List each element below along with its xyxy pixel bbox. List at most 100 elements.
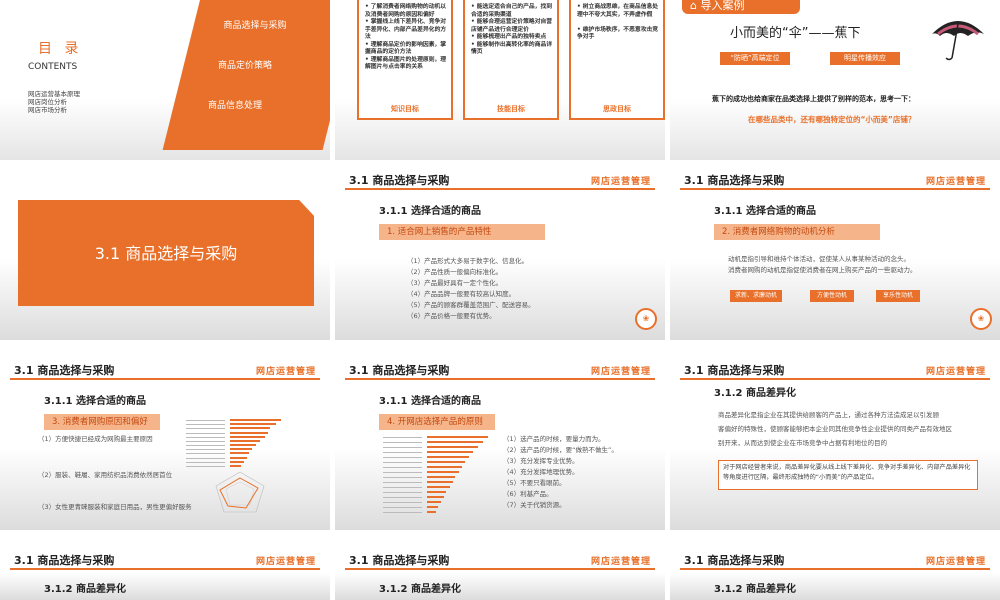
chart-bar <box>230 423 276 426</box>
case-tab-label: 导入案例 <box>700 0 745 12</box>
slide-partial[interactable]: 3.1 商品选择与采购 网店运营管理 3.1.2 商品差异化 <box>0 540 330 600</box>
bar-label-placeholder <box>383 466 422 468</box>
slide-header: 3.1 商品选择与采购 <box>684 174 785 187</box>
chart-bar <box>230 448 253 451</box>
list-item: （4）产品品牌一般要有较高认知度。 <box>407 290 516 298</box>
chart-bar <box>230 452 250 455</box>
goal-label: 技能目标 <box>497 105 525 113</box>
goal-box-knowledge: • 了解消费者网络购物的动机以及消费者网购的原因和偏好 • 掌握线上线下差异化、… <box>357 0 453 120</box>
section-title: 3.1 商品选择与采购 <box>94 244 238 263</box>
text-line: 商品差异化是指企业在其提供给顾客的产品上，通过各种方法造成足以引发顾 <box>718 411 939 419</box>
text-line: 别开来，从而达到使企业在市场竞争中占据有利地位的目的 <box>718 439 887 447</box>
bar-label-placeholder <box>186 461 225 463</box>
slide-partial[interactable]: 3.1 商品选择与采购 网店运营管理 3.1.2 商品差异化 <box>670 540 1000 600</box>
slide-motivation[interactable]: 3.1 商品选择与采购 网店运营管理 3.1.1 选择合适的商品 2. 消费者网… <box>670 160 1000 340</box>
bar-label-placeholder <box>186 465 225 467</box>
slide-section-title[interactable]: 3.1 商品选择与采购 <box>0 160 330 340</box>
chart-bar <box>230 427 271 430</box>
chart-bar <box>427 440 484 443</box>
slide-product-traits[interactable]: 3.1 商品选择与采购 网店运营管理 3.1.1 选择合适的商品 1. 适合网上… <box>335 160 665 340</box>
slide-principles[interactable]: 3.1 商品选择与采购 网店运营管理 3.1.1 选择合适的商品 4. 开网店选… <box>335 350 665 530</box>
brand-label: 网店运营管理 <box>590 177 651 187</box>
bar-label-placeholder <box>383 441 422 443</box>
slide-case[interactable]: ⌂ 导入案例 小而美的“伞”——蕉下 “防晒”高端定位 明星传播效应 蕉下的成功… <box>670 0 1000 180</box>
bar-label-placeholder <box>383 436 422 438</box>
list-item: （6）产品价格一般要有优势。 <box>407 312 496 320</box>
brand-label: 网店运营管理 <box>255 367 316 377</box>
list-item: （6）利基产品。 <box>503 490 553 498</box>
camera-icon: ⌂ <box>690 0 697 12</box>
bar-label-placeholder <box>186 445 225 447</box>
chart-bar <box>230 431 269 434</box>
toc-list-item: 网店市场分析 <box>28 106 67 114</box>
topic-tag: 4. 开网店选择产品的原则 <box>379 414 495 430</box>
toc-list-item: 网店岗位分析 <box>28 98 67 106</box>
header-divider <box>10 378 320 380</box>
bar-label-placeholder <box>383 511 422 513</box>
case-question: 蕉下的成功也给商家在品类选择上提供了别样的范本，思考一下： <box>712 95 915 103</box>
chart-bar <box>427 475 456 478</box>
bar-label-placeholder <box>383 491 422 493</box>
case-prompt: 在哪些品类中，还有哪独特定位的“小而美”店铺？ <box>748 115 916 124</box>
chart-bar <box>427 445 479 448</box>
list-item: （2）选产品的时候，要“做熟不做生”。 <box>503 446 618 454</box>
chart-bar <box>230 419 282 422</box>
header-divider <box>680 568 990 570</box>
chart-bar <box>427 485 450 488</box>
bar-label-placeholder <box>383 461 422 463</box>
slide-header: 3.1 商品选择与采购 <box>684 554 785 567</box>
bar-label-placeholder <box>383 506 422 508</box>
chart-bar <box>230 439 260 442</box>
chart-bar <box>230 464 242 467</box>
bar-label-placeholder <box>186 436 225 438</box>
toc-menu-item[interactable]: 商品定价策略 <box>190 58 300 71</box>
course-logo-icon: ❀ <box>635 308 657 330</box>
bar-label-placeholder <box>383 481 422 483</box>
slide-toc[interactable]: 目 录 CONTENTS 网店运营基本原理 网店岗位分析 网店市场分析 商品选择… <box>0 0 330 180</box>
chart-bar <box>427 450 473 453</box>
slide-preferences[interactable]: 3.1 商品选择与采购 网店运营管理 3.1.1 选择合适的商品 3. 消费者网… <box>0 350 330 530</box>
subsection-title: 3.1.1 选择合适的商品 <box>714 206 816 217</box>
toc-subtitle: CONTENTS <box>28 62 78 72</box>
header-divider <box>345 568 655 570</box>
slide-header: 3.1 商品选择与采购 <box>349 554 450 567</box>
list-item: （5）不要只看眼前。 <box>503 479 566 487</box>
list-item: （3）产品最好具有一定个性化。 <box>407 279 503 287</box>
slide-goals[interactable]: • 了解消费者网络购物的动机以及消费者网购的原因和偏好 • 掌握线上线下差异化、… <box>335 0 665 180</box>
slide-header: 3.1 商品选择与采购 <box>349 174 450 187</box>
motivation-pill: 方便性动机 <box>810 290 854 302</box>
list-item: （3）充分发挥专业优势。 <box>503 457 579 465</box>
slide-differentiation[interactable]: 3.1 商品选择与采购 网店运营管理 3.1.2 商品差异化 商品差异化是指企业… <box>670 350 1000 530</box>
course-logo-icon: ❀ <box>970 308 992 330</box>
motivation-pill: 享乐性动机 <box>876 290 920 302</box>
chart-bar <box>427 460 466 463</box>
toc-menu-item[interactable]: 商品选择与采购 <box>200 18 310 31</box>
text-line: 动机是指引导和维持个体活动，促使某人从事某种活动的念头。 <box>728 255 910 263</box>
pref-item: （2）服装、鞋履、家用纺织品消费依然居首位 <box>38 471 173 479</box>
motivation-text: 动机是指引导和维持个体活动，促使某人从事某种活动的念头。 消费者网购的动机是指促… <box>728 254 917 276</box>
bar-label-placeholder <box>383 486 422 488</box>
chart-bar <box>427 500 442 503</box>
header-divider <box>680 188 990 190</box>
reason-bar-chart <box>186 418 296 468</box>
slide-partial[interactable]: 3.1 商品选择与采购 网店运营管理 3.1.2 商品差异化 <box>335 540 665 600</box>
pref-item: （3）女性更青睐服装和家庭日用品，男性更偏好服务 <box>38 503 192 511</box>
list-item: （7）关于代销货源。 <box>503 501 566 509</box>
trait-list: （1）产品形式大多易于数字化、信息化。 （2）产品性质一般偏向标准化。 （3）产… <box>407 256 535 322</box>
goal-box-skill: • 能选定适合自己的产品，找到合适的采购渠道 • 能够合理运营定价策略对自营店铺… <box>463 0 559 120</box>
toc-list-item: 网店运营基本原理 <box>28 90 80 98</box>
topic-tag: 1. 适合网上销售的产品特性 <box>379 224 545 240</box>
principle-bar-chart <box>383 434 493 514</box>
bar-label-placeholder <box>186 424 225 426</box>
bar-label-placeholder <box>383 471 422 473</box>
chart-bar <box>427 455 470 458</box>
list-item: （1）选产品的时候，要量力而为。 <box>503 435 605 443</box>
chart-bar <box>427 480 453 483</box>
bar-label-placeholder <box>383 451 422 453</box>
subsection-title: 3.1.1 选择合适的商品 <box>379 206 481 217</box>
slide-header: 3.1 商品选择与采购 <box>684 364 785 377</box>
goal-label: 知识目标 <box>391 105 419 113</box>
header-divider <box>10 568 320 570</box>
subsection-title: 3.1.2 商品差异化 <box>379 584 461 595</box>
toc-menu-item[interactable]: 商品信息处理 <box>180 98 290 111</box>
